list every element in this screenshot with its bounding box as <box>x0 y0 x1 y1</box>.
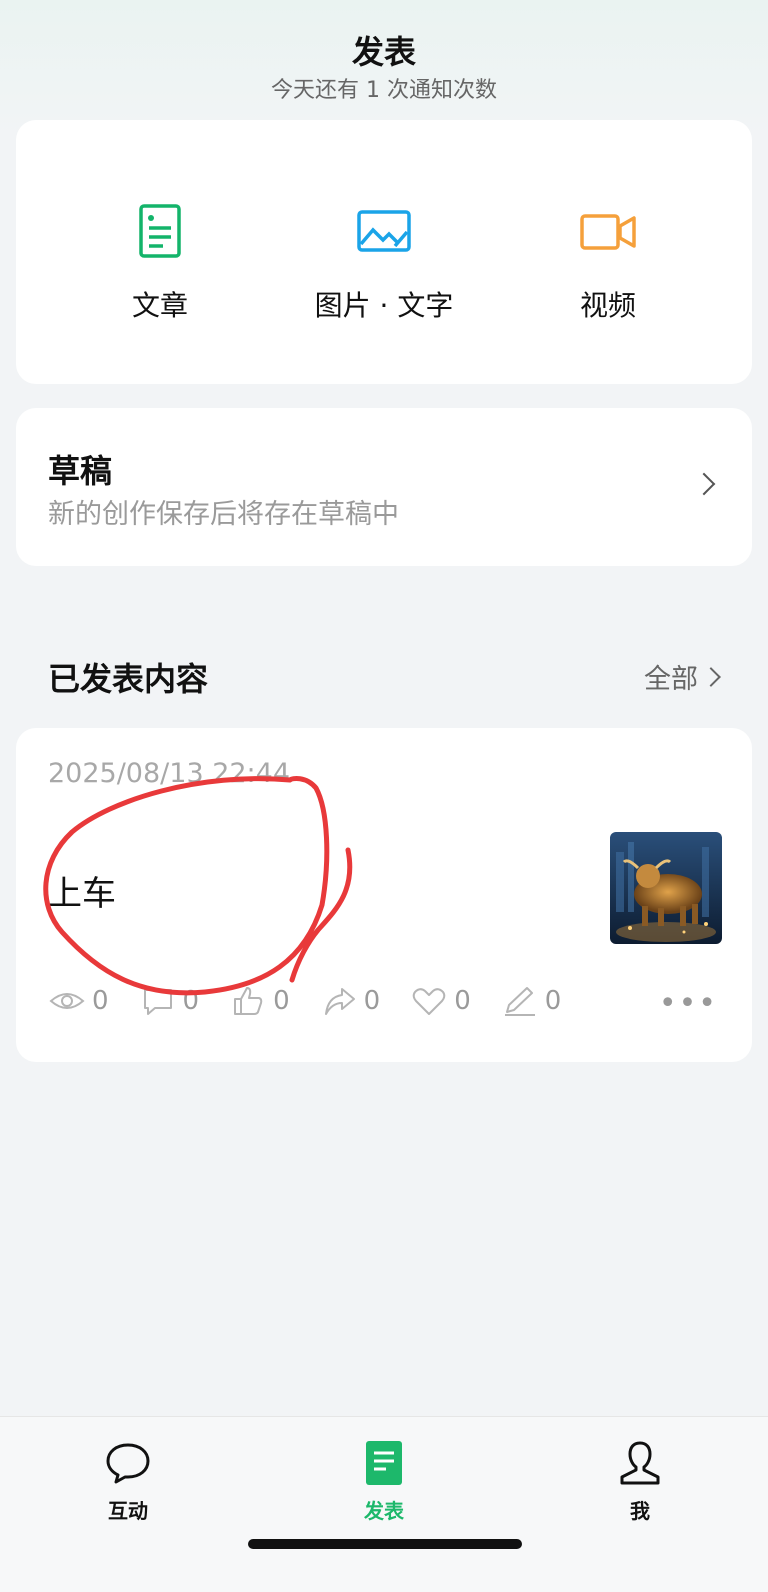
bull-statue-image <box>610 832 722 944</box>
view-all-link[interactable]: 全部 <box>644 657 721 696</box>
notification-count-text: 今天还有 1 次通知次数 <box>271 78 497 103</box>
heart-icon <box>412 988 446 1015</box>
app-page: 发表 今天还有 1 次通知次数 文章 图片 · 文字 视频 草稿 新的创作保存后… <box>0 0 768 1592</box>
publish-video-label: 视频 <box>579 289 636 322</box>
published-post-card[interactable]: 2025/08/13 22:44 上车 0 0 0 0 0 0 ••• <box>16 728 752 1062</box>
tab-interaction-label: 互动 <box>108 1499 148 1523</box>
drafts-description: 新的创作保存后将存在草稿中 <box>48 499 399 530</box>
post-title: 上车 <box>48 874 116 914</box>
drafts-title: 草稿 <box>48 452 113 490</box>
home-indicator <box>248 1539 522 1549</box>
shares-stat: 0 <box>320 984 381 1018</box>
document-icon <box>366 1441 402 1485</box>
tab-me-label: 我 <box>630 1499 650 1523</box>
edits-stat: 0 <box>501 984 562 1018</box>
drafts-card[interactable]: 草稿 新的创作保存后将存在草稿中 <box>16 408 752 566</box>
post-stats: 0 0 0 0 0 0 <box>48 984 591 1018</box>
comment-icon <box>143 989 172 1015</box>
view-all-label: 全部 <box>644 664 698 695</box>
chevron-right-icon <box>701 667 721 687</box>
publish-type-card: 文章 图片 · 文字 视频 <box>16 120 752 384</box>
video-icon <box>580 214 636 250</box>
tab-interaction[interactable]: 互动 <box>48 1439 208 1524</box>
bottom-tab-bar: 互动 发表 我 <box>0 1416 768 1592</box>
publish-article-label: 文章 <box>131 289 188 322</box>
tab-publish[interactable]: 发表 <box>304 1439 464 1524</box>
likes-stat: 0 <box>229 984 290 1018</box>
page-title: 发表 <box>351 33 416 71</box>
pen-icon <box>504 987 535 1016</box>
publish-image-text-label: 图片 · 文字 <box>314 289 454 322</box>
article-icon <box>139 204 181 258</box>
favorites-stat: 0 <box>410 984 471 1018</box>
more-options-icon[interactable]: ••• <box>659 989 718 1019</box>
thumbs-up-icon <box>234 987 263 1015</box>
views-count: 0 <box>92 986 109 1016</box>
publish-video-button[interactable]: 视频 <box>488 200 728 324</box>
views-stat: 0 <box>48 984 109 1018</box>
eye-icon <box>49 993 85 1009</box>
chevron-right-icon <box>692 472 716 496</box>
shares-count: 0 <box>363 986 381 1016</box>
post-date: 2025/08/13 22:44 <box>48 758 291 789</box>
favorites-count: 0 <box>454 986 471 1016</box>
person-icon <box>620 1441 660 1485</box>
comments-stat: 0 <box>139 984 200 1018</box>
published-section-title: 已发表内容 <box>48 660 209 698</box>
chat-bubble-icon <box>106 1443 150 1484</box>
comments-count: 0 <box>182 986 200 1016</box>
likes-count: 0 <box>273 986 290 1016</box>
share-icon <box>324 988 355 1015</box>
post-thumbnail[interactable] <box>610 832 722 944</box>
tab-publish-label: 发表 <box>364 1499 404 1523</box>
image-text-icon <box>357 210 411 252</box>
page-header: 发表 今天还有 1 次通知次数 <box>0 28 768 106</box>
tab-me[interactable]: 我 <box>560 1439 720 1524</box>
publish-image-text-button[interactable]: 图片 · 文字 <box>264 200 504 324</box>
edits-count: 0 <box>544 986 562 1016</box>
publish-article-button[interactable]: 文章 <box>40 200 280 324</box>
